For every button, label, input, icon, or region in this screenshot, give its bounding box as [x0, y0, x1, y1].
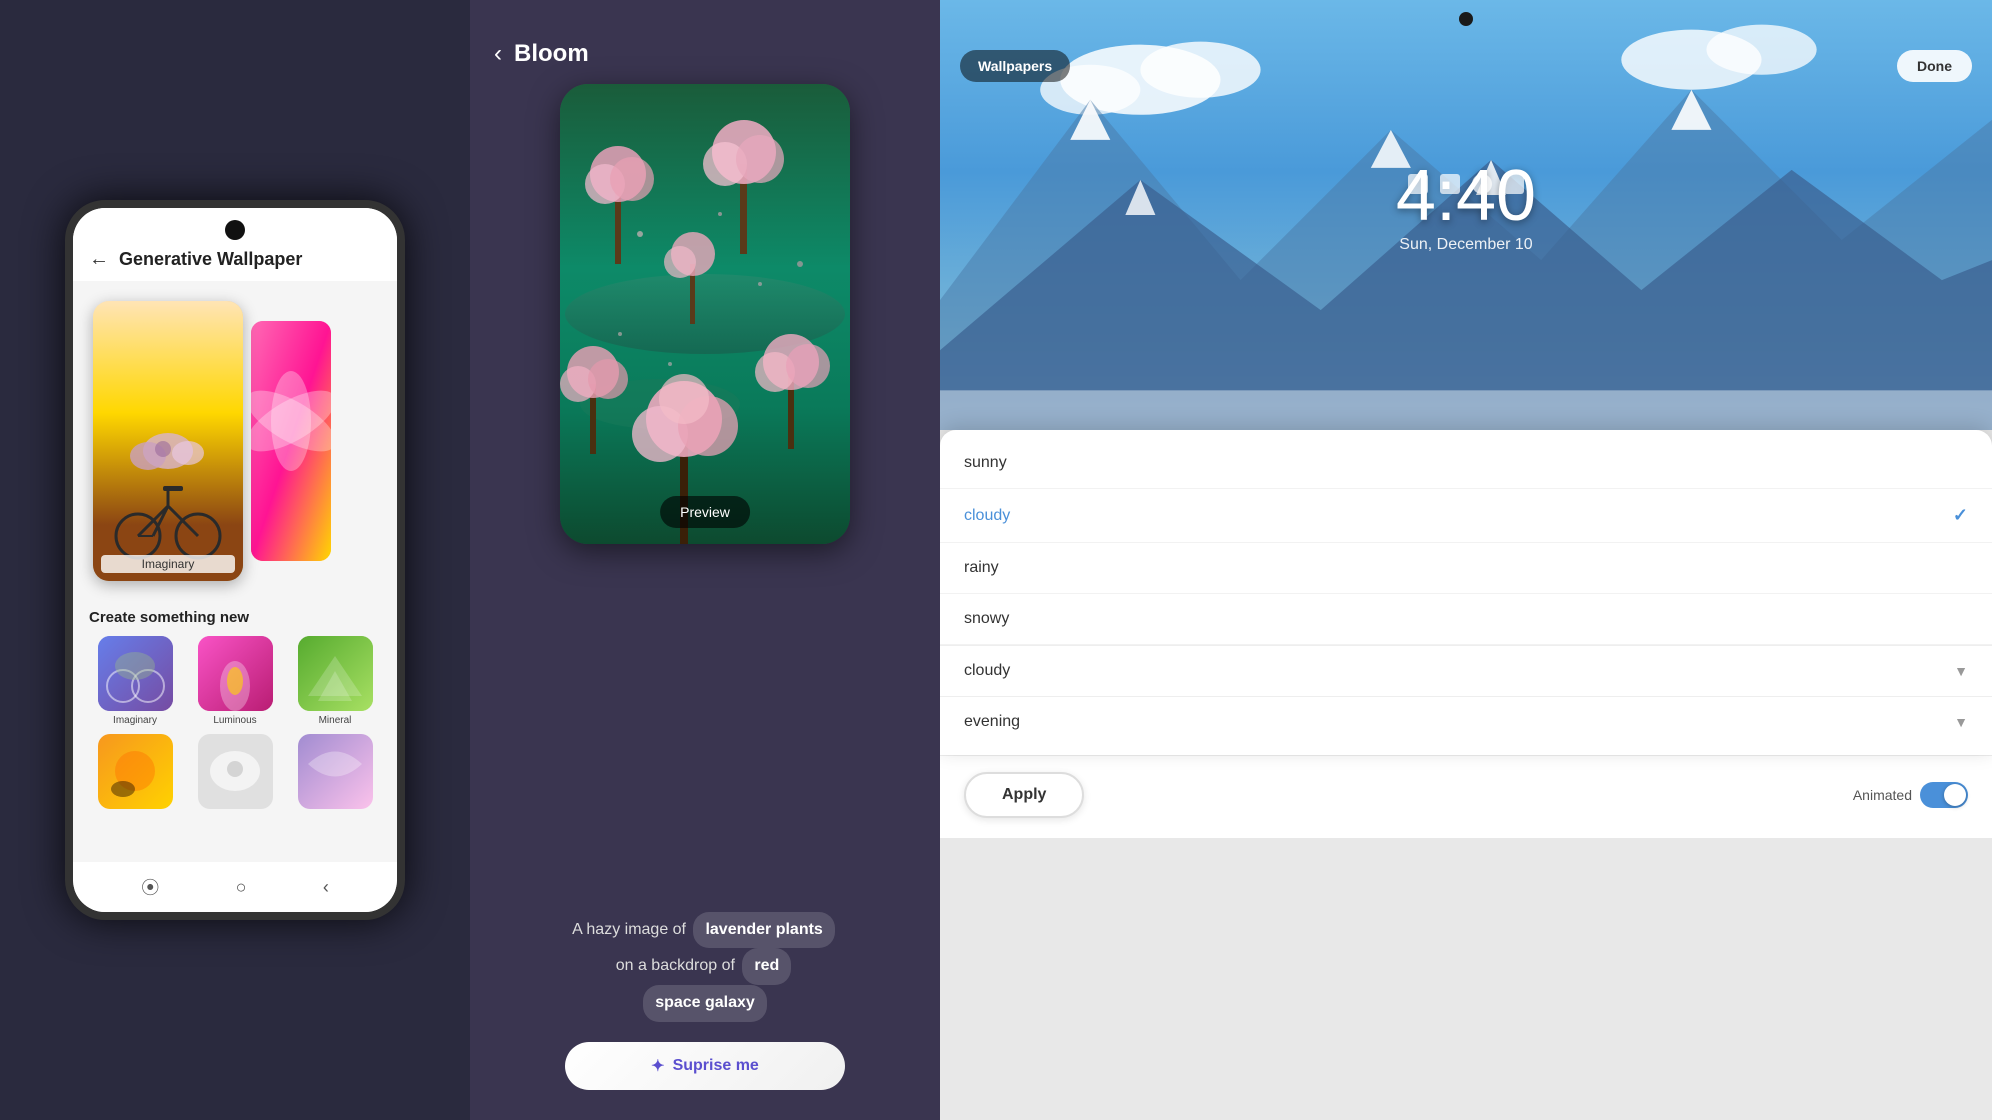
animated-toggle-switch[interactable]	[1920, 782, 1968, 808]
bloom-header: ‹ Bloom	[470, 0, 940, 84]
style-card-6[interactable]	[289, 734, 381, 813]
surprise-icon: ✦	[651, 1056, 664, 1076]
bloom-prompt: A hazy image of lavender plants on a bac…	[470, 892, 940, 1042]
bloom-preview-container: Preview	[470, 84, 940, 892]
wallpaper-preview-bg: Wallpapers Done 4:40 Sun, December 10	[940, 0, 1992, 430]
style-thumb-4	[98, 734, 173, 809]
toggle-knob	[1944, 784, 1966, 806]
lock-icon-3	[1472, 174, 1492, 194]
dropdown-select-time[interactable]: evening ▼	[940, 696, 1992, 747]
prompt-tag-plants[interactable]: lavender plants	[693, 912, 834, 949]
selected-checkmark: ✓	[1953, 505, 1968, 526]
apply-button[interactable]: Apply	[964, 772, 1084, 818]
surprise-label: Suprise me	[673, 1057, 759, 1075]
prompt-tag-backdrop[interactable]: space galaxy	[643, 985, 767, 1022]
dropdown-arrow-1: ▼	[1954, 663, 1968, 679]
phone-screen: ← Generative Wallpaper	[73, 208, 397, 912]
phone-nav-bar: ⦿ ○ ‹	[73, 862, 397, 912]
bloom-title: Bloom	[514, 40, 589, 68]
panel-bloom: ‹ Bloom	[470, 0, 940, 1120]
prompt-tag-color[interactable]: red	[742, 948, 791, 985]
nav-recent-icon[interactable]: ⦿	[141, 874, 159, 900]
phone-screen-title: Generative Wallpaper	[119, 249, 302, 270]
lock-icon-1	[1408, 174, 1428, 194]
style-card-mineral[interactable]: Mineral	[289, 636, 381, 726]
lock-date-display: Sun, December 10	[940, 236, 1992, 254]
prompt-middle: on a backdrop of	[616, 957, 735, 974]
dropdown-select-weather-value: cloudy	[964, 662, 1010, 680]
dropdown-item-rainy[interactable]: rainy	[940, 543, 1992, 594]
dropdown-item-rainy-label: rainy	[964, 559, 999, 577]
surprise-me-button[interactable]: ✦ Suprise me	[565, 1042, 845, 1090]
dropdown-item-sunny[interactable]: sunny	[940, 438, 1992, 489]
phone-header: ← Generative Wallpaper	[73, 208, 397, 281]
style-grid: Imaginary Luminous	[89, 636, 381, 813]
phone-camera	[225, 220, 245, 240]
bloom-back-icon[interactable]: ‹	[494, 40, 502, 68]
dropdown-panel: sunny cloudy ✓ rainy snowy cloudy ▼ even…	[940, 430, 1992, 755]
create-section: Create something new Imagin	[73, 601, 397, 821]
dropdown-item-cloudy[interactable]: cloudy ✓	[940, 489, 1992, 543]
lock-icon-4	[1504, 174, 1524, 194]
style-thumb-1	[98, 636, 173, 711]
animated-label: Animated	[1853, 787, 1912, 803]
wallpaper-card-side[interactable]	[251, 321, 331, 561]
dropdown-item-sunny-label: sunny	[964, 454, 1007, 472]
dropdown-select-weather[interactable]: cloudy ▼	[940, 645, 1992, 696]
dropdown-select-time-value: evening	[964, 713, 1020, 731]
nav-home-icon[interactable]: ○	[236, 877, 247, 898]
wallpapers-button[interactable]: Wallpapers	[960, 50, 1070, 82]
wallpaper-card-main[interactable]: Imaginary	[93, 301, 243, 581]
panel-phone: ← Generative Wallpaper	[0, 0, 470, 1120]
bloom-phone-preview: Preview	[560, 84, 850, 544]
style-card-luminous[interactable]: Luminous	[189, 636, 281, 726]
prompt-prefix: A hazy image of	[572, 921, 686, 938]
animated-toggle-group: Animated	[1853, 782, 1968, 808]
bloom-wallpaper-image	[560, 84, 850, 544]
style-name-luminous: Luminous	[213, 715, 256, 726]
style-card-5[interactable]	[189, 734, 281, 813]
camera-dot	[1459, 12, 1473, 26]
style-thumb-5	[198, 734, 273, 809]
dropdown-item-snowy[interactable]: snowy	[940, 594, 1992, 645]
preview-label: Preview	[660, 496, 750, 528]
lock-time-display: 4:40	[940, 160, 1992, 232]
wallpaper-top-buttons: Wallpapers Done	[940, 50, 1992, 82]
style-name-mineral: Mineral	[319, 715, 352, 726]
bottom-bar: Apply Animated	[940, 755, 1992, 838]
panel-settings: Wallpapers Done 4:40 Sun, December 10 su…	[940, 0, 1992, 1120]
create-title: Create something new	[89, 609, 381, 626]
wallpaper-card-label: Imaginary	[101, 555, 235, 573]
lock-screen-icons	[940, 174, 1992, 194]
style-thumb-2	[198, 636, 273, 711]
done-button[interactable]: Done	[1897, 50, 1972, 82]
wallpaper-carousel: Imaginary	[73, 281, 397, 601]
nav-back-icon[interactable]: ‹	[323, 877, 329, 898]
style-thumb-3	[298, 636, 373, 711]
style-card-imaginary[interactable]: Imaginary	[89, 636, 181, 726]
dropdown-item-snowy-label: snowy	[964, 610, 1009, 628]
phone-frame: ← Generative Wallpaper	[65, 200, 405, 920]
dropdown-arrow-2: ▼	[1954, 714, 1968, 730]
style-card-4[interactable]	[89, 734, 181, 813]
back-arrow-icon[interactable]: ←	[89, 248, 109, 271]
style-thumb-6	[298, 734, 373, 809]
style-name-imaginary: Imaginary	[113, 715, 157, 726]
lock-screen-time: 4:40 Sun, December 10	[940, 160, 1992, 254]
dropdown-item-cloudy-label: cloudy	[964, 507, 1010, 525]
lock-icon-2	[1440, 174, 1460, 194]
